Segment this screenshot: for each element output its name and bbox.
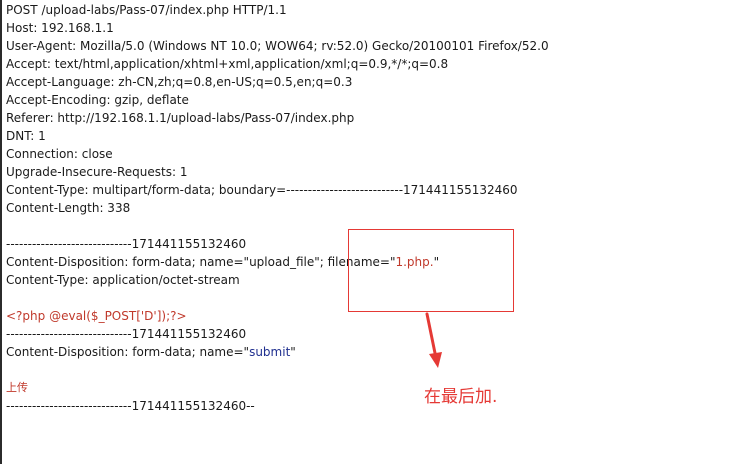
header-host: Host: 192.168.1.1 bbox=[6, 21, 114, 35]
header-accept-language: Accept-Language: zh-CN,zh;q=0.8,en-US;q=… bbox=[6, 75, 353, 89]
request-line: POST /upload-labs/Pass-07/index.php HTTP… bbox=[6, 3, 287, 17]
header-accept: Accept: text/html,application/xhtml+xml,… bbox=[6, 57, 449, 71]
header-connection: Connection: close bbox=[6, 147, 113, 161]
boundary-end-line: -----------------------------17144115513… bbox=[6, 399, 255, 413]
submit-value: 上传 bbox=[6, 381, 28, 394]
submit-disposition-line: Content-Disposition: form-data; name="su… bbox=[6, 343, 736, 361]
left-panel-edge bbox=[0, 0, 2, 464]
file-disposition-prefix: Content-Disposition: form-data; name="up… bbox=[6, 255, 396, 269]
edge-marker-icon: ıJ bbox=[0, 33, 3, 53]
submit-disposition-suffix: " bbox=[290, 345, 296, 359]
annotation-arrow-icon bbox=[425, 312, 442, 368]
submit-param-name: submit bbox=[249, 345, 291, 359]
boundary-line: -----------------------------17144115513… bbox=[6, 327, 247, 341]
annotation-highlight-box bbox=[348, 229, 514, 312]
header-content-length: Content-Length: 338 bbox=[6, 201, 131, 215]
header-content-type: Content-Type: multipart/form-data; bound… bbox=[6, 183, 518, 197]
http-request-editor[interactable]: POST /upload-labs/Pass-07/index.php HTTP… bbox=[6, 1, 736, 415]
submit-disposition-prefix: Content-Disposition: form-data; name=" bbox=[6, 345, 250, 359]
header-upgrade-insecure: Upgrade-Insecure-Requests: 1 bbox=[6, 165, 188, 179]
header-user-agent: User-Agent: Mozilla/5.0 (Windows NT 10.0… bbox=[6, 39, 549, 53]
header-dnt: DNT: 1 bbox=[6, 129, 46, 143]
header-accept-encoding: Accept-Encoding: gzip, deflate bbox=[6, 93, 189, 107]
annotation-note: 在最后加. bbox=[424, 387, 498, 407]
header-referer: Referer: http://192.168.1.1/upload-labs/… bbox=[6, 111, 355, 125]
